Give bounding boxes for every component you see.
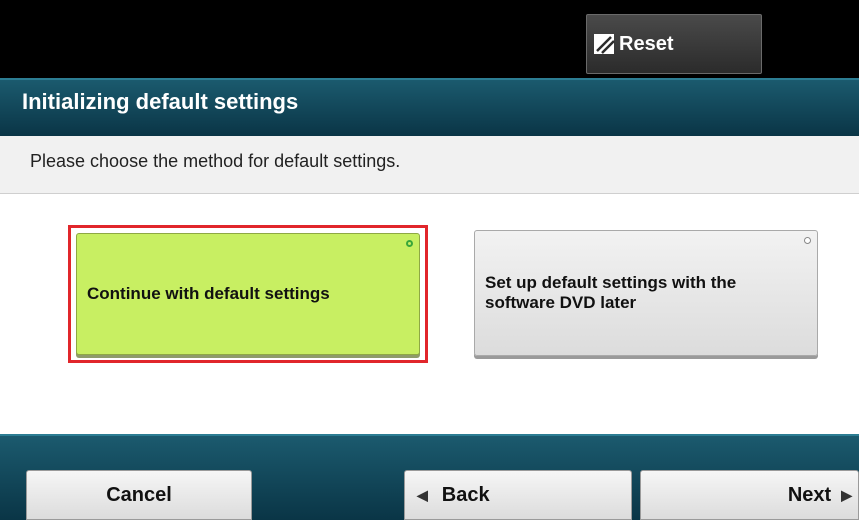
reset-button[interactable]: Reset [586,14,762,74]
back-label: Back [441,483,490,506]
option-label: Continue with default settings [87,284,330,303]
top-bar: Reset [0,0,859,78]
setup-with-dvd-later-button[interactable]: Set up default settings with the softwar… [474,230,818,356]
reset-icon [593,32,617,56]
right-triangle-icon: ▶ [841,486,852,503]
next-button[interactable]: Next ▶ [640,470,859,520]
option-label: Set up default settings with the softwar… [485,273,737,312]
continue-default-settings-button[interactable]: Continue with default settings [76,233,420,355]
left-triangle-icon: ◀ [417,486,428,503]
cancel-label: Cancel [106,483,172,506]
reset-label: Reset [619,32,674,55]
page-title: Initializing default settings [22,89,299,114]
title-bar: Initializing default settings [0,78,859,136]
next-label: Next [787,483,832,506]
unselected-indicator-icon [804,237,811,244]
instruction-bar: Please choose the method for default set… [0,136,859,194]
selected-indicator-icon [406,240,413,247]
back-button[interactable]: ◀ Back [404,470,632,520]
cancel-button[interactable]: Cancel [26,470,252,520]
selection-highlight: Continue with default settings [68,225,428,363]
instruction-text: Please choose the method for default set… [30,151,401,171]
